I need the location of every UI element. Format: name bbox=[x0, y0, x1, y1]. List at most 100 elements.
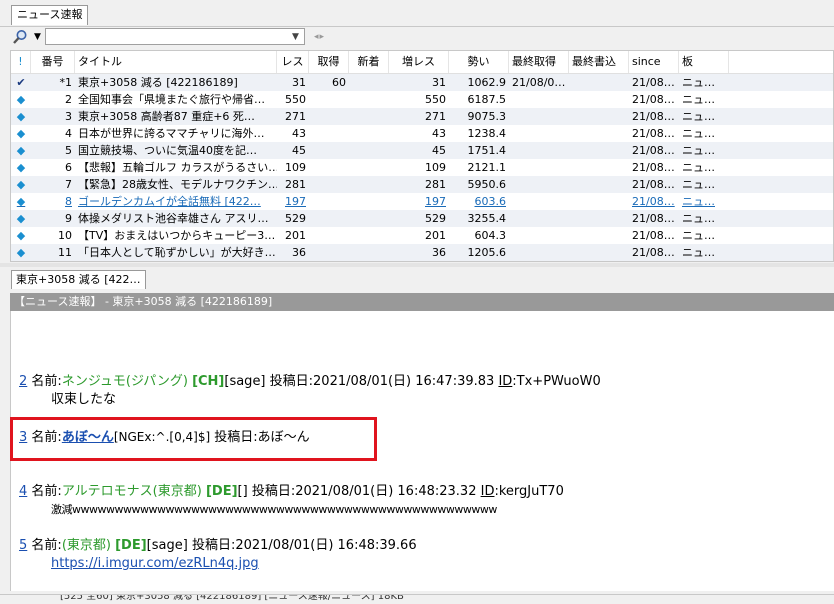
cell-res: 31 bbox=[292, 76, 306, 89]
cell-new bbox=[349, 193, 389, 210]
cell-get bbox=[309, 159, 349, 176]
cell-res: 201 bbox=[285, 229, 306, 242]
column-header[interactable]: レス bbox=[277, 51, 309, 73]
cell-new bbox=[349, 244, 389, 261]
post-date: 2021/08/01(日) 16:48:39.66 bbox=[235, 538, 417, 553]
table-row[interactable]: ◆ 10 【TV】おまえはいつからキューピー3… 201 201 604.3 21/08… ニ… bbox=[11, 227, 833, 244]
post-date: 2021/08/01(日) 16:47:39.83 bbox=[313, 374, 499, 389]
column-header[interactable]: 新着 bbox=[349, 51, 389, 73]
column-header[interactable]: 番号 bbox=[31, 51, 75, 73]
column-header[interactable]: ! bbox=[11, 51, 31, 73]
post-number[interactable]: 4 bbox=[19, 484, 27, 499]
poster-tag: [DE] bbox=[205, 484, 238, 499]
table-row[interactable]: ◆ 3 東京+3058 高齢者87 重症+6 死… 271 271 9075.3 21/08… bbox=[11, 108, 833, 125]
column-header[interactable]: 最終取得 bbox=[509, 51, 569, 73]
cell-no: 11 bbox=[58, 246, 72, 259]
name-label: 名前: bbox=[31, 374, 62, 389]
image-link[interactable]: https://i.imgur.com/ezRLn4q.jpg bbox=[19, 555, 417, 573]
id-link[interactable]: ID bbox=[481, 484, 495, 499]
cell-last bbox=[509, 159, 569, 176]
column-header[interactable]: タイトル bbox=[75, 51, 277, 73]
cell-title: 国立競技場、ついに気温40度を記… bbox=[78, 144, 257, 157]
post: 2 名前:ネンジュモ(ジパング) [CH][sage] 投稿日:2021/08/… bbox=[19, 373, 601, 409]
cell-ikio: 5950.6 bbox=[467, 178, 507, 191]
search-icon[interactable] bbox=[12, 29, 28, 45]
table-row[interactable]: ◆ 11 「日本人として恥ずかしい」が大好き… 36 36 1205.6 21/08… ニュ… bbox=[11, 244, 833, 261]
cell-title: 【緊急】28歳女性、モデルナワクチン… bbox=[78, 178, 277, 191]
cell-get bbox=[309, 142, 349, 159]
poster-mail: [sage] bbox=[146, 538, 188, 553]
cell-res: 43 bbox=[292, 127, 306, 140]
post-id: :Tx+PWuoW0 bbox=[512, 374, 601, 389]
search-dropdown-icon[interactable]: ▼ bbox=[292, 29, 299, 45]
poster-name: ネンジュモ(ジパング) bbox=[61, 374, 188, 389]
table-row[interactable]: ✔ *1 東京+3058 減る [422186189] 31 60 31 1062.9 21/… bbox=[11, 74, 833, 91]
cell-inc: 43 bbox=[432, 127, 446, 140]
table-row[interactable]: ◆ 7 【緊急】28歳女性、モデルナワクチン… 281 281 5950.6 21/08… ニ… bbox=[11, 176, 833, 193]
thread-list-body: ✔ *1 東京+3058 減る [422186189] 31 60 31 1062.9 21/… bbox=[11, 74, 833, 261]
cell-new bbox=[349, 176, 389, 193]
column-header[interactable]: since bbox=[629, 51, 679, 73]
post-number[interactable]: 2 bbox=[19, 374, 27, 389]
cell-new bbox=[349, 74, 389, 91]
highlight-box bbox=[10, 417, 377, 461]
poster-name: (東京都) bbox=[61, 538, 111, 553]
cell-res: 109 bbox=[285, 161, 306, 174]
table-row[interactable]: ◆ 4 日本が世界に誇るママチャリに海外… 43 43 1238.4 21/08… ニュ… bbox=[11, 125, 833, 142]
cell-since: 21/08… bbox=[632, 76, 675, 89]
table-row[interactable]: ◆ 6 【悲報】五輪ゴルフ カラスがうるさい… 109 109 2121.1 21/08… ニ… bbox=[11, 159, 833, 176]
chevron-down-icon[interactable]: ▼ bbox=[34, 29, 41, 45]
cell-lastw bbox=[569, 210, 629, 227]
cell-ikio: 1062.9 bbox=[467, 76, 507, 89]
tab-current-thread[interactable]: 東京+3058 減る [422… bbox=[11, 270, 146, 289]
date-label: 投稿日: bbox=[265, 374, 314, 389]
cell-lastw bbox=[569, 176, 629, 193]
status-mark-icon: ◆ bbox=[16, 229, 26, 242]
table-row[interactable]: ◆ 2 全国知事会「県境またぐ旅行や帰省… 550 550 6187.5 21/08… ニュ… bbox=[11, 91, 833, 108]
id-link[interactable]: ID bbox=[498, 374, 512, 389]
board-tab-bar: ニュース速報 bbox=[0, 0, 834, 27]
cell-title: 全国知事会「県境またぐ旅行や帰省… bbox=[78, 93, 265, 106]
status-mark-icon: ◆ bbox=[16, 127, 26, 140]
cell-ita: ニュ… bbox=[682, 229, 715, 242]
cell-no: 8 bbox=[65, 195, 72, 208]
cell-ita: ニュ… bbox=[682, 93, 715, 106]
cell-get bbox=[309, 176, 349, 193]
status-mark-icon: ◆ bbox=[16, 93, 26, 106]
column-header[interactable]: 板 bbox=[679, 51, 729, 73]
column-header[interactable]: 増レス bbox=[389, 51, 449, 73]
cell-new bbox=[349, 159, 389, 176]
status-mark-icon: ◆ bbox=[16, 144, 26, 157]
cell-last bbox=[509, 193, 569, 210]
tab-news-board[interactable]: ニュース速報 bbox=[11, 5, 89, 25]
cell-inc: 36 bbox=[432, 246, 446, 259]
cell-get bbox=[309, 210, 349, 227]
cell-inc: 271 bbox=[425, 110, 446, 123]
table-row[interactable]: ◆ 5 国立競技場、ついに気温40度を記… 45 45 1751.4 21/08… ニュ… bbox=[11, 142, 833, 159]
column-header[interactable]: 取得 bbox=[309, 51, 349, 73]
cell-no: 6 bbox=[65, 161, 72, 174]
cell-no: *1 bbox=[59, 76, 73, 89]
cell-since: 21/08… bbox=[632, 195, 675, 208]
cell-title: 東京+3058 高齢者87 重症+6 死… bbox=[78, 110, 255, 123]
table-row[interactable]: ◆ 8 ゴールデンカムイが全話無料 [422… 197 197 603.6 21/08… ニュ… bbox=[11, 193, 833, 210]
cell-ita: ニュ… bbox=[682, 110, 715, 123]
cell-no: 3 bbox=[65, 110, 72, 123]
cell-inc: 550 bbox=[425, 93, 446, 106]
thread-list: ! 番号 タイトル レス 取得 新着 増レス 勢い 最終取得 最終書込 since 板 ✔ *1 東京+3… bbox=[10, 50, 834, 262]
cell-last bbox=[509, 108, 569, 125]
column-header[interactable]: 最終書込 bbox=[569, 51, 629, 73]
pane-splitter[interactable] bbox=[0, 263, 834, 267]
post-number[interactable]: 5 bbox=[19, 538, 27, 553]
status-mark-icon: ◆ bbox=[16, 195, 26, 208]
column-header[interactable]: 勢い bbox=[449, 51, 509, 73]
nav-arrows-icon[interactable]: ◂▸ bbox=[314, 29, 325, 45]
cell-inc: 529 bbox=[425, 212, 446, 225]
cell-since: 21/08… bbox=[632, 212, 675, 225]
table-row[interactable]: ◆ 9 体操メダリスト池谷幸雄さん アスリ… 529 529 3255.4 21/08… ニュ… bbox=[11, 210, 833, 227]
search-input[interactable] bbox=[45, 28, 305, 45]
cell-ikio: 2121.1 bbox=[467, 161, 507, 174]
cell-lastw bbox=[569, 142, 629, 159]
cell-since: 21/08… bbox=[632, 110, 675, 123]
post-body: 激減wwwwwwwwwwwwwwwwwwwwwwwwwwwwwwwwwwwwww… bbox=[51, 503, 497, 516]
